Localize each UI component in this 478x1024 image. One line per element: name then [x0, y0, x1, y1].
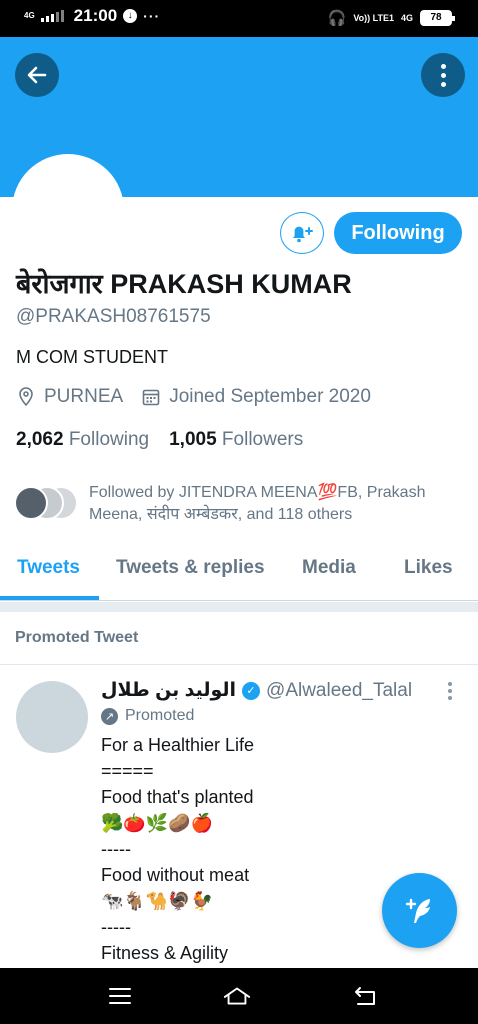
- home-icon[interactable]: [222, 984, 252, 1008]
- followed-by-text[interactable]: Followed by JITENDRA MEENA💯FB, Prakash M…: [89, 482, 459, 526]
- profile-handle: @PRAKASH08761575: [16, 306, 211, 327]
- tweet-text[interactable]: For a Healthier Life ===== Food that's p…: [101, 732, 431, 968]
- more-notifications: ···: [143, 8, 161, 24]
- tab-likes[interactable]: Likes: [404, 557, 453, 579]
- tweet-header: الوليد بن طلال ✓ @Alwaleed_Talal: [101, 679, 441, 702]
- verified-badge-icon: ✓: [242, 681, 261, 700]
- tweet-line: Food that's planted: [101, 787, 254, 807]
- bell-plus-icon: [293, 226, 313, 243]
- following-count: 2,062: [16, 429, 64, 450]
- profile-tabs: Tweets Tweets & replies Media Likes: [0, 545, 478, 601]
- calendar-icon: [141, 387, 161, 407]
- followers-label: Followers: [221, 429, 304, 450]
- active-tab-indicator: [0, 596, 99, 600]
- profile-name: बेरोजगार PRAKASH KUMAR: [16, 269, 352, 299]
- tweet-more-options-icon[interactable]: [448, 682, 452, 700]
- section-divider: [0, 602, 478, 612]
- download-icon: ↓: [123, 9, 138, 23]
- tweet-line: Fitness & Agility: [101, 943, 229, 963]
- following-button[interactable]: Following: [334, 212, 462, 254]
- profile-joined: Joined September 2020: [169, 386, 371, 407]
- tab-tweets-replies[interactable]: Tweets & replies: [116, 557, 265, 579]
- follower-avatar: [14, 486, 48, 520]
- promoted-label: Promoted: [125, 707, 195, 724]
- compose-tweet-button[interactable]: [382, 873, 457, 948]
- tweet-line: =====: [101, 761, 154, 781]
- profile-location: PURNEA: [44, 386, 124, 407]
- kebab-menu-icon: [440, 63, 446, 87]
- followed-by-avatars[interactable]: [14, 486, 84, 520]
- status-time: 21:00: [73, 6, 118, 25]
- battery-icon: 78: [420, 10, 455, 26]
- following-label: Following: [68, 429, 150, 450]
- more-options-button[interactable]: [421, 53, 465, 97]
- followers-count: 1,005: [169, 429, 217, 450]
- volte-indicator: Vo)) LTE1: [353, 13, 394, 23]
- tab-tweets[interactable]: Tweets: [17, 557, 80, 579]
- promoted-header-label: Promoted Tweet: [15, 629, 139, 646]
- status-bar: 4G 21:00 ↓ ··· 🎧 Vo)) LTE1 4G 78: [0, 0, 478, 37]
- promoted-header: Promoted Tweet: [0, 612, 478, 665]
- followers-stat[interactable]: 1,005 Followers: [169, 429, 303, 450]
- tab-media[interactable]: Media: [302, 557, 356, 579]
- tweet-line: 🥦🍅🌿🥔🍎: [101, 813, 214, 833]
- profile-bio: M COM STUDENT: [16, 347, 168, 367]
- location-pin-icon: [16, 387, 36, 407]
- profile-stats: 2,062 Following 1,005 Followers: [16, 429, 303, 451]
- promoted-arrow-icon: ↗: [101, 707, 118, 725]
- tweet-line: Food without meat: [101, 865, 250, 885]
- network-type-right: 4G: [400, 13, 413, 23]
- tweet-author-name[interactable]: الوليد بن طلال: [101, 679, 236, 702]
- signal-icon: [40, 10, 64, 22]
- system-nav-bar: [0, 968, 478, 1024]
- profile-meta: PURNEA Joined September 2020: [16, 386, 371, 408]
- arrow-left-icon: [27, 66, 47, 84]
- tweet-author-handle[interactable]: @Alwaleed_Talal: [266, 680, 412, 702]
- notifications-bell-button[interactable]: [280, 212, 324, 254]
- following-stat[interactable]: 2,062 Following: [16, 429, 149, 450]
- promoted-indicator: ↗ Promoted: [101, 707, 194, 725]
- headphones-icon: 🎧: [327, 10, 347, 27]
- profile-avatar[interactable]: [12, 154, 124, 266]
- compose-feather-icon: [405, 898, 430, 923]
- back-button[interactable]: [15, 53, 59, 97]
- network-type: 4G: [24, 11, 35, 20]
- tweet-line: -----: [101, 917, 131, 937]
- tweet-line: For a Healthier Life: [101, 735, 255, 755]
- recents-menu-icon[interactable]: [105, 984, 135, 1008]
- back-nav-icon[interactable]: [350, 984, 380, 1008]
- tweet-author-avatar[interactable]: [16, 681, 88, 753]
- tweet-line: -----: [101, 839, 131, 859]
